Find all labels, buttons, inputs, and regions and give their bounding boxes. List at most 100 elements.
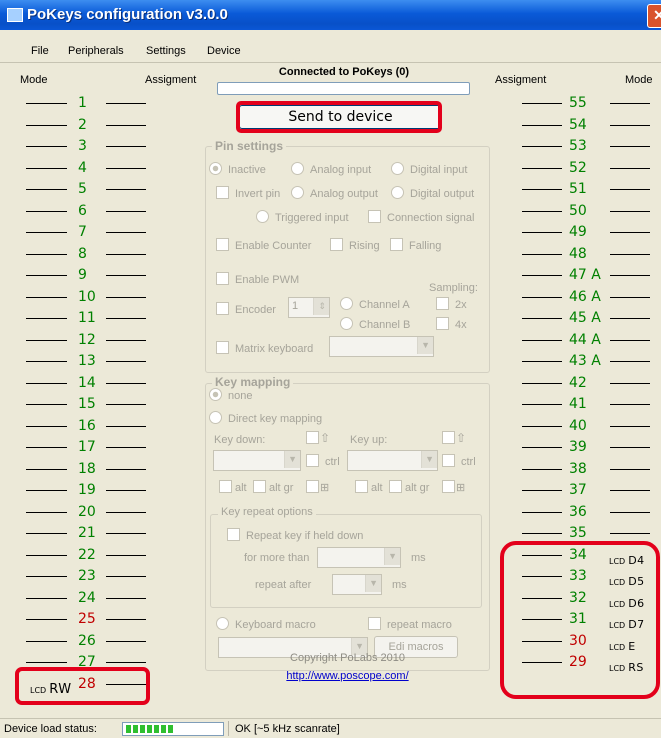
right-pin-row-37[interactable]: 37 <box>520 482 661 500</box>
menu-peripherals[interactable]: Peripherals <box>68 45 124 57</box>
right-pin-row-41[interactable]: 41 <box>520 396 661 414</box>
left-pin-row-4[interactable]: 4 <box>0 160 160 178</box>
key-up-shift-checkbox[interactable]: ⇧ <box>442 431 466 445</box>
connection-signal-checkbox[interactable]: Connection signal <box>368 210 474 224</box>
poscope-link[interactable]: http://www.poscope.com/ <box>205 670 490 682</box>
invert-pin-checkbox[interactable]: Invert pin <box>216 186 280 200</box>
sampling-4x-checkbox[interactable]: 4x <box>436 317 467 331</box>
left-pin-row-9[interactable]: 9 <box>0 267 160 285</box>
key-down-ctrl-checkbox[interactable]: ctrl <box>306 454 340 468</box>
left-pin-row-18[interactable]: 18 <box>0 461 160 479</box>
digital-input-radio[interactable]: Digital input <box>391 162 467 176</box>
left-pin-row-19[interactable]: 19 <box>0 482 160 500</box>
analog-output-radio[interactable]: Analog output <box>291 186 378 200</box>
right-pin-row-51[interactable]: 51 <box>520 181 661 199</box>
key-up-win-checkbox[interactable]: ⊞ <box>442 480 465 494</box>
encoder-checkbox[interactable]: Encoder <box>216 302 276 316</box>
left-pin-row-21[interactable]: 21 <box>0 525 160 543</box>
right-pin-row-44A[interactable]: 44 A <box>520 332 661 350</box>
right-pin-row-55[interactable]: 55 <box>520 95 661 113</box>
right-pin-row-54[interactable]: 54 <box>520 117 661 135</box>
right-pin-row-35[interactable]: 35 <box>520 525 661 543</box>
close-icon[interactable]: ✕ <box>647 4 661 28</box>
channel-a-radio[interactable]: Channel A <box>340 297 410 311</box>
right-pin-row-30[interactable]: 30 <box>520 633 661 651</box>
assignment-line <box>106 124 146 126</box>
left-pin-row-12[interactable]: 12 <box>0 332 160 350</box>
pin-settings-title: Pin settings <box>212 139 287 153</box>
left-pin-row-15[interactable]: 15 <box>0 396 160 414</box>
matrix-keyboard-checkbox[interactable]: Matrix keyboard <box>216 341 313 355</box>
left-pin-row-22[interactable]: 22 <box>0 547 160 565</box>
key-up-alt-checkbox[interactable]: alt <box>355 480 383 494</box>
left-pin-row-16[interactable]: 16 <box>0 418 160 436</box>
key-up-dropdown[interactable]: ▼ <box>347 450 438 471</box>
key-up-ctrl-checkbox[interactable]: ctrl <box>442 454 476 468</box>
repeat-after-dropdown[interactable]: ▼ <box>332 574 382 595</box>
key-up-altgr-checkbox[interactable]: alt gr <box>389 480 429 494</box>
left-pin-row-10[interactable]: 10 <box>0 289 160 307</box>
left-pin-row-23[interactable]: 23 <box>0 568 160 586</box>
left-pin-row-25[interactable]: 25 <box>0 611 160 629</box>
menu-file[interactable]: File <box>31 45 49 57</box>
left-pin-row-13[interactable]: 13 <box>0 353 160 371</box>
enable-counter-checkbox[interactable]: Enable Counter <box>216 238 311 252</box>
right-pin-row-40[interactable]: 40 <box>520 418 661 436</box>
left-pin-row-3[interactable]: 3 <box>0 138 160 156</box>
left-pin-row-5[interactable]: 5 <box>0 181 160 199</box>
right-pin-row-49[interactable]: 49 <box>520 224 661 242</box>
key-down-win-checkbox[interactable]: ⊞ <box>306 480 329 494</box>
left-pin-row-1[interactable]: 1 <box>0 95 160 113</box>
right-pin-row-43A[interactable]: 43 A <box>520 353 661 371</box>
right-pin-row-52[interactable]: 52 <box>520 160 661 178</box>
left-pin-row-6[interactable]: 6 <box>0 203 160 221</box>
left-pin-row-8[interactable]: 8 <box>0 246 160 264</box>
rising-checkbox[interactable]: Rising <box>330 238 380 252</box>
for-more-than-dropdown[interactable]: ▼ <box>317 547 401 568</box>
menu-device[interactable]: Device <box>207 45 241 57</box>
keyboard-macro-radio[interactable]: Keyboard macro <box>216 617 316 631</box>
right-pin-row-46A[interactable]: 46 A <box>520 289 661 307</box>
left-pin-row-7[interactable]: 7 <box>0 224 160 242</box>
left-pin-row-27[interactable]: 27 <box>0 654 160 672</box>
menu-settings[interactable]: Settings <box>146 45 186 57</box>
right-pin-row-50[interactable]: 50 <box>520 203 661 221</box>
left-pin-row-14[interactable]: 14 <box>0 375 160 393</box>
left-pin-row-2[interactable]: 2 <box>0 117 160 135</box>
digital-output-radio[interactable]: Digital output <box>391 186 474 200</box>
left-pin-row-17[interactable]: 17 <box>0 439 160 457</box>
inactive-radio[interactable]: Inactive <box>209 162 266 176</box>
triggered-input-radio[interactable]: Triggered input <box>256 210 349 224</box>
encoder-spinner[interactable]: 1 ⇕ <box>288 297 330 318</box>
matrix-keyboard-dropdown[interactable]: ▼ <box>329 336 434 357</box>
sampling-2x-checkbox[interactable]: 2x <box>436 297 467 311</box>
repeat-key-checkbox[interactable]: Repeat key if held down <box>227 528 363 542</box>
right-pin-row-38[interactable]: 38 <box>520 461 661 479</box>
right-pin-row-47A[interactable]: 47 A <box>520 267 661 285</box>
left-pin-row-11[interactable]: 11 <box>0 310 160 328</box>
left-pin-row-20[interactable]: 20 <box>0 504 160 522</box>
right-pin-row-48[interactable]: 48 <box>520 246 661 264</box>
direct-key-mapping-radio[interactable]: Direct key mapping <box>209 411 322 425</box>
enable-pwm-checkbox[interactable]: Enable PWM <box>216 272 299 286</box>
mode-line <box>26 189 67 190</box>
assignment-line <box>522 554 562 556</box>
right-pin-row-45A[interactable]: 45 A <box>520 310 661 328</box>
key-down-shift-checkbox[interactable]: ⇧ <box>306 431 330 445</box>
channel-b-radio[interactable]: Channel B <box>340 317 410 331</box>
key-down-altgr-checkbox[interactable]: alt gr <box>253 480 293 494</box>
analog-input-radio[interactable]: Analog input <box>291 162 371 176</box>
right-pin-row-39[interactable]: 39 <box>520 439 661 457</box>
repeat-macro-checkbox[interactable]: repeat macro <box>368 617 452 631</box>
right-pin-row-42[interactable]: 42 <box>520 375 661 393</box>
key-down-alt-checkbox[interactable]: alt <box>219 480 247 494</box>
key-down-dropdown[interactable]: ▼ <box>213 450 301 471</box>
left-pin-row-26[interactable]: 26 <box>0 633 160 651</box>
left-pin-row-28[interactable]: 28 <box>0 676 160 694</box>
falling-checkbox[interactable]: Falling <box>390 238 441 252</box>
none-radio[interactable]: none <box>209 388 252 402</box>
send-to-device-button[interactable]: Send to device <box>239 105 442 129</box>
right-pin-row-53[interactable]: 53 <box>520 138 661 156</box>
right-pin-row-36[interactable]: 36 <box>520 504 661 522</box>
left-pin-row-24[interactable]: 24 <box>0 590 160 608</box>
